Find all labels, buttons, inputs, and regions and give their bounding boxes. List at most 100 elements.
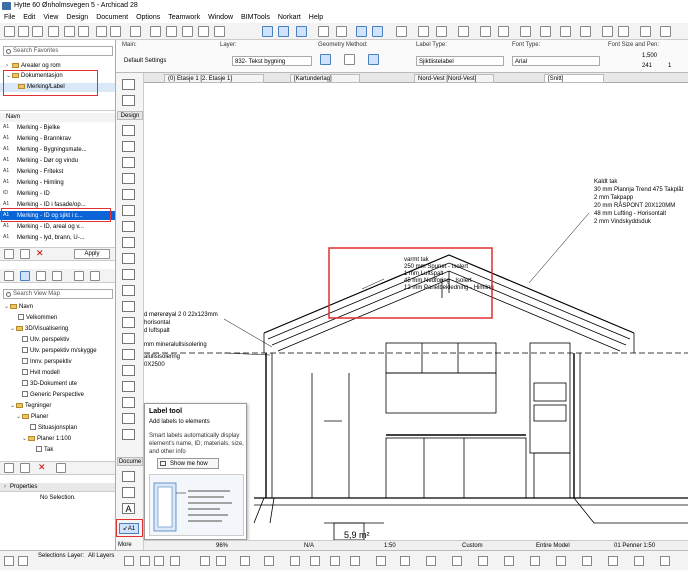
layer-toggle-icon[interactable] [124,556,134,566]
clone-folder-icon[interactable] [4,463,14,473]
single-label-geometry-icon[interactable] [320,54,331,65]
zone-tool-icon[interactable] [122,333,135,344]
text-tool-icon[interactable]: A [122,503,135,514]
main-value[interactable]: Default Settings [122,56,210,66]
shell-tool-icon[interactable] [122,237,135,248]
magic-wand-icon[interactable] [356,26,367,37]
favorite-star-icon[interactable] [4,249,14,259]
undo-icon[interactable] [4,556,14,566]
view-settings-icon[interactable] [56,463,66,473]
viewmap-item[interactable]: Utv. perspektiv m/skygge [0,347,115,356]
layout-icon[interactable] [214,26,225,37]
arrow-tool-icon[interactable] [122,79,135,90]
scale-icon[interactable] [310,556,320,566]
renovation-filter-icon[interactable] [376,556,386,566]
cursor-snap-icon[interactable] [530,556,540,566]
renovation-icon[interactable] [336,26,347,37]
arrow-select-icon[interactable] [130,26,141,37]
tab-snitt[interactable]: [Snitt] [544,74,604,83]
pan-icon[interactable] [660,26,671,37]
publisher-icon[interactable] [52,271,62,281]
wall-tool-icon[interactable] [122,125,135,136]
viewmap-item[interactable]: ⌄ Navn [0,303,115,312]
delete-view-icon[interactable]: ✕ [38,462,46,473]
viewmap-item[interactable]: Tak [0,446,115,455]
tab-floor-plan[interactable]: (0) Etasje 1 [2. Etasje 1] [164,74,264,83]
mep-tool-icon[interactable] [122,413,135,424]
zoom-out-icon[interactable] [154,556,164,566]
gravity-icon[interactable] [296,26,307,37]
layers-icon[interactable] [520,26,531,37]
zoom-out-icon[interactable] [618,26,629,37]
menu-window[interactable]: Window [208,12,233,23]
morph-tool-icon[interactable] [122,349,135,360]
menu-options[interactable]: Options [136,12,160,23]
align-icon[interactable] [458,26,469,37]
properties-header[interactable]: › Properties [0,483,115,492]
level-dimension-tool-icon[interactable] [122,487,135,498]
partial-structure-icon[interactable] [580,26,591,37]
labeltype-value[interactable]: Sjiktlistelabel [416,56,504,66]
marquee-tool-icon[interactable] [122,95,135,106]
list-item[interactable]: A1 Merking - Himling [0,178,115,187]
opening-tool-icon[interactable] [122,397,135,408]
tab-kartunderlag[interactable]: [Kartunderlag] [290,74,360,83]
label-tool-icon[interactable]: ↙A1 [119,523,139,534]
floor-plan-icon[interactable] [182,26,193,37]
navigate-back-icon[interactable] [200,556,210,566]
viewmap-item[interactable]: Utv. perspektiv [0,336,115,345]
open-icon[interactable] [18,26,29,37]
undo-icon[interactable] [64,26,75,37]
viewmap-item[interactable]: ⌄ Planer 1:100 [0,435,115,444]
graphic-icon[interactable] [350,556,360,566]
quick-options-icon[interactable] [504,556,514,566]
skylight-tool-icon[interactable] [122,253,135,264]
navigate-forward-icon[interactable] [216,556,226,566]
pen-extra-value[interactable]: 1 [666,61,684,71]
all-layers-value[interactable]: All Layers [88,553,114,560]
roof-tool-icon[interactable] [122,221,135,232]
mvo-icon[interactable] [660,556,670,566]
list-item[interactable]: A1 Merking - lyd, brann, U-... [0,233,115,242]
redo-icon[interactable] [78,26,89,37]
list-item[interactable]: A1 Merking - Dør og vindu [0,156,115,165]
trace-reference-icon[interactable] [478,556,488,566]
copy-icon[interactable] [110,26,121,37]
menu-document[interactable]: Document [96,12,128,23]
viewmap-item[interactable]: ⌄ Planer [0,413,115,422]
list-item[interactable]: A1 Merking - Bjelke [0,123,115,132]
guide-lines-icon[interactable] [262,26,273,37]
curved-label-geometry-icon[interactable] [344,54,355,65]
view-map-icon[interactable] [20,271,30,281]
lamp-tool-icon[interactable] [122,381,135,392]
viewmap-item[interactable]: Generic Perspective [0,391,115,400]
menu-norkart[interactable]: Norkart [278,12,301,23]
beam-tool-icon[interactable] [122,157,135,168]
zoom-in-icon[interactable] [602,26,613,37]
organizer-icon[interactable] [74,271,84,281]
new-favorite-icon[interactable] [20,249,30,259]
menu-design[interactable]: Design [66,12,88,23]
fit-view-icon[interactable] [170,556,180,566]
list-item[interactable]: A1 Merking - Fritekst [0,167,115,176]
grid-snap-icon[interactable] [452,556,462,566]
list-item-selected[interactable]: A1 Merking - ID og sjikt i c... [0,211,115,220]
menu-view[interactable]: View [43,12,58,23]
list-item[interactable]: A1 Merking - ID i fasade/op... [0,200,115,209]
section-icon[interactable] [198,26,209,37]
menu-file[interactable]: File [4,12,15,23]
viewmap-item[interactable]: Innv. perspektiv [0,358,115,367]
structure-icon[interactable] [330,556,340,566]
zoom-in-icon[interactable] [140,556,150,566]
layer-combination-icon[interactable] [608,556,618,566]
layer-value[interactable]: 832- Tekst bygning [232,56,312,66]
list-header-navn[interactable]: Navn [0,113,115,122]
window-tool-icon[interactable] [122,205,135,216]
viewmap-item[interactable]: ⌄ Tegninger [0,402,115,411]
list-item[interactable]: ID Merking - ID [0,189,115,198]
save-icon[interactable] [32,26,43,37]
mesh-tool-icon[interactable] [122,317,135,328]
column-grid-tool-icon[interactable] [122,429,135,440]
marquee-icon[interactable] [150,26,161,37]
group-icon[interactable] [480,26,491,37]
